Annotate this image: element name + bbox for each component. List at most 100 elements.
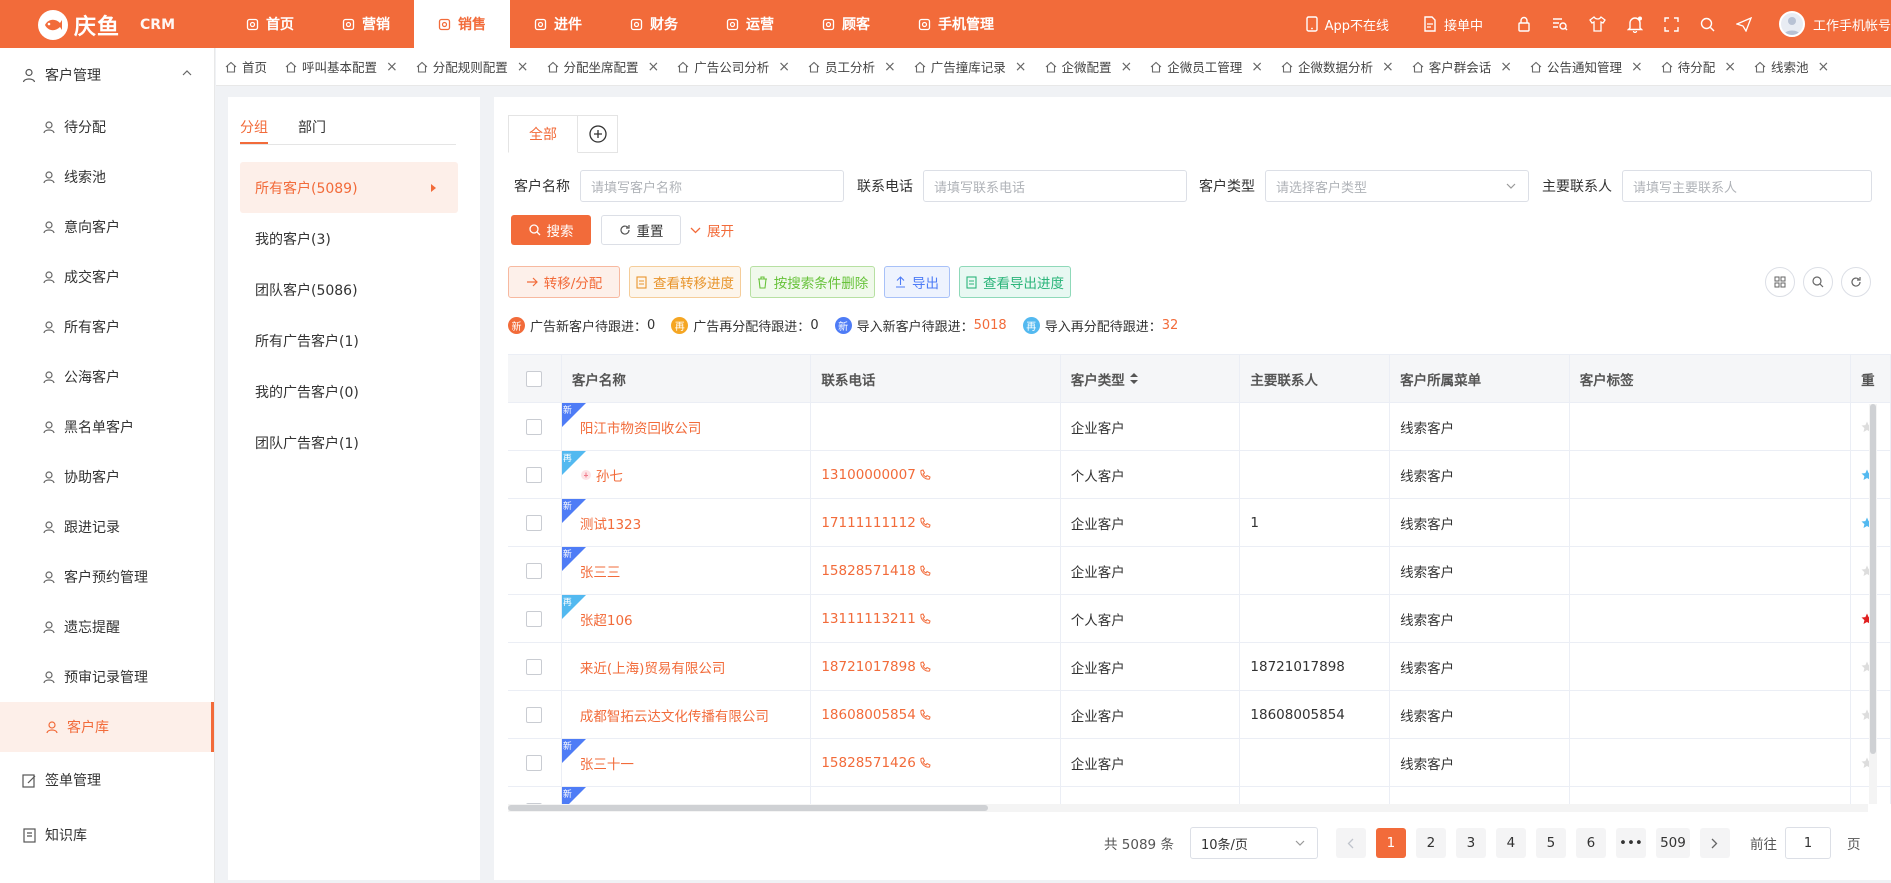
nav-phone-manage[interactable]: 手机管理 (894, 0, 1018, 48)
phone-input[interactable]: 请填写联系电话 (923, 170, 1187, 202)
page-button[interactable]: 5 (1535, 828, 1566, 858)
phone-icon[interactable] (916, 564, 931, 577)
select-all-checkbox[interactable] (526, 370, 543, 387)
page-button[interactable]: 2 (1415, 828, 1446, 858)
sidebar-item-9[interactable]: 客户预约管理 (0, 552, 214, 602)
sidebar-item-10[interactable]: 遗忘提醒 (0, 602, 214, 652)
row-checkbox[interactable] (526, 706, 543, 723)
prev-page-button[interactable] (1335, 828, 1366, 858)
close-icon[interactable]: × (1500, 59, 1512, 75)
sidebar-item-8[interactable]: 跟进记录 (0, 502, 214, 552)
page-tab-11[interactable]: 公告通知管理 × (1521, 48, 1652, 85)
group-item-3[interactable]: 所有广告客户(1) (240, 315, 458, 366)
nav-sales[interactable]: 销售 (414, 0, 510, 48)
phone-link[interactable]: 13111113211 (821, 611, 915, 627)
close-icon[interactable]: × (1121, 59, 1133, 75)
customer-name-link[interactable]: 成都智拓云达文化传播有限公司 (580, 705, 769, 725)
page-tab-12[interactable]: 待分配 × (1652, 48, 1745, 85)
phone-icon[interactable] (916, 468, 931, 481)
table-row[interactable]: 再孙七 13100000007 个人客户 线索客户 (508, 451, 1891, 499)
sidebar-item-2[interactable]: 意向客户 (0, 202, 214, 252)
export-progress-button[interactable]: 查看导出进度 (959, 266, 1071, 298)
table-refresh-button[interactable] (1841, 267, 1871, 297)
phone-icon[interactable] (916, 708, 931, 721)
group-item-0[interactable]: 所有客户(5089) (240, 162, 458, 213)
phone-link[interactable]: 18608005854 (821, 707, 915, 723)
sidebar-group-contract[interactable]: 签单管理 (0, 752, 214, 808)
transfer-progress-button[interactable]: 查看转移进度 (629, 266, 741, 298)
nav-operation[interactable]: 运营 (702, 0, 798, 48)
row-checkbox[interactable] (526, 754, 543, 771)
table-row[interactable]: 新测试1323 17111111112 企业客户 1 线索客户 (508, 499, 1891, 547)
phone-icon[interactable] (916, 612, 931, 625)
table-search-button[interactable] (1803, 267, 1833, 297)
search-icon[interactable] (1700, 17, 1715, 32)
sidebar-item-11[interactable]: 预审记录管理 (0, 652, 214, 702)
group-item-5[interactable]: 团队广告客户(1) (240, 417, 458, 468)
table-row[interactable]: 再张超106 13111113211 个人客户 线索客户 (508, 595, 1891, 643)
phone-icon[interactable] (916, 756, 931, 769)
column-settings-button[interactable] (1765, 267, 1795, 297)
brand-logo[interactable]: 庆鱼 CRM (38, 9, 175, 41)
page-tab-9[interactable]: 企微数据分析 × (1272, 48, 1403, 85)
nav-customer[interactable]: 顾客 (798, 0, 894, 48)
lock-icon[interactable] (1517, 16, 1531, 32)
tab-department[interactable]: 部门 (298, 117, 326, 144)
add-view-button[interactable] (578, 115, 618, 153)
row-checkbox[interactable] (526, 418, 543, 435)
customer-name-link[interactable]: 孙七 (596, 465, 623, 485)
close-icon[interactable]: × (1724, 59, 1736, 75)
table-row[interactable]: 新阳江市物资回收公司 企业客户 线索客户 (508, 403, 1891, 451)
close-icon[interactable]: × (1631, 59, 1643, 75)
page-tab-4[interactable]: 广告公司分析 × (668, 48, 799, 85)
reset-button[interactable]: 重置 (601, 215, 681, 245)
customer-type-select[interactable]: 请选择客户类型 (1265, 170, 1529, 202)
close-icon[interactable]: × (386, 59, 398, 75)
sort-icon[interactable] (1125, 373, 1138, 384)
nav-document[interactable]: 进件 (510, 0, 606, 48)
tab-group[interactable]: 分组 (240, 117, 268, 144)
sidebar-item-7[interactable]: 协助客户 (0, 452, 214, 502)
horizontal-scrollbar[interactable] (508, 804, 1868, 812)
column-header[interactable]: 客户类型 (1061, 355, 1241, 402)
table-row[interactable]: 成都智拓云达文化传播有限公司 18608005854 企业客户 18608005854… (508, 691, 1891, 739)
page-tab-6[interactable]: 广告撞库记录 × (905, 48, 1036, 85)
page-button[interactable]: 1 (1375, 828, 1406, 858)
goto-page-input[interactable]: 1 (1784, 827, 1831, 859)
next-page-button[interactable] (1699, 828, 1730, 858)
page-tab-5[interactable]: 员工分析 × (799, 48, 905, 85)
sidebar-item-1[interactable]: 线索池 (0, 152, 214, 202)
group-item-2[interactable]: 团队客户(5086) (240, 264, 458, 315)
bell-icon[interactable] (1626, 16, 1643, 33)
receiving-status[interactable]: 接单中 (1423, 15, 1483, 34)
customer-name-link[interactable]: 张超106 (580, 609, 633, 629)
close-icon[interactable]: × (1818, 59, 1830, 75)
phone-link[interactable]: 18721017898 (821, 659, 915, 675)
page-tab-13[interactable]: 线索池 × (1745, 48, 1838, 85)
page-button[interactable]: 6 (1575, 828, 1606, 858)
shirt-icon[interactable] (1589, 16, 1606, 32)
nav-marketing[interactable]: 营销 (318, 0, 414, 48)
view-tab-all[interactable]: 全部 (508, 115, 578, 153)
group-item-4[interactable]: 我的广告客户(0) (240, 366, 458, 417)
phone-link[interactable]: 15828571426 (821, 755, 915, 771)
contact-input[interactable]: 请填写主要联系人 (1622, 170, 1872, 202)
sidebar-item-4[interactable]: 所有客户 (0, 302, 214, 352)
export-button[interactable]: 导出 (884, 266, 950, 298)
page-size-select[interactable]: 10条/页 (1189, 827, 1318, 859)
delete-by-search-button[interactable]: 按搜索条件删除 (750, 266, 875, 298)
row-checkbox[interactable] (526, 658, 543, 675)
page-button[interactable]: 3 (1455, 828, 1486, 858)
sidebar-item-12[interactable]: 客户库 (0, 702, 214, 752)
customer-name-link[interactable]: 张三三 (580, 561, 621, 581)
search-button[interactable]: 搜索 (511, 215, 591, 245)
group-item-1[interactable]: 我的客户(3) (240, 213, 458, 264)
sidebar-item-0[interactable]: 待分配 (0, 102, 214, 152)
page-tab-3[interactable]: 分配坐席配置 × (538, 48, 669, 85)
table-row[interactable]: 新张三十一 15828571426 企业客户 线索客户 (508, 739, 1891, 787)
phone-link[interactable]: 17111111112 (821, 515, 915, 531)
customer-name-link[interactable]: 阳江市物资回收公司 (580, 417, 702, 437)
more-pages-button[interactable]: ••• (1615, 828, 1646, 858)
page-tab-1[interactable]: 呼叫基本配置 × (276, 48, 407, 85)
send-icon[interactable] (1735, 16, 1752, 32)
